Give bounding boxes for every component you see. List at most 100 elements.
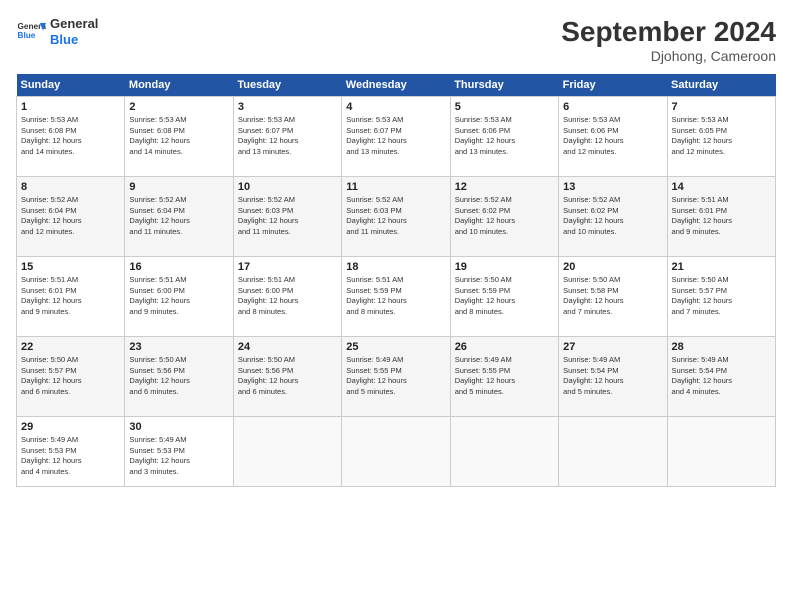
day-cell: 27Sunrise: 5:49 AMSunset: 5:54 PMDayligh…: [559, 337, 667, 417]
calendar-page: General Blue General Blue September 2024…: [0, 0, 792, 612]
week-row-1: 1 Sunrise: 5:53 AMSunset: 6:08 PMDaylight…: [17, 97, 776, 177]
day-info: Sunrise: 5:53 AMSunset: 6:05 PMDaylight:…: [672, 115, 771, 157]
day-number: 5: [455, 101, 554, 113]
day-info: Sunrise: 5:50 AMSunset: 5:56 PMDaylight:…: [238, 355, 337, 397]
day-info: Sunrise: 5:52 AMSunset: 6:03 PMDaylight:…: [346, 195, 445, 237]
day-info: Sunrise: 5:53 AMSunset: 6:06 PMDaylight:…: [563, 115, 662, 157]
day-cell: 3 Sunrise: 5:53 AMSunset: 6:07 PMDaylight…: [233, 97, 341, 177]
day-cell: [559, 417, 667, 487]
weekday-thursday: Thursday: [450, 74, 558, 97]
day-cell: 2Sunrise: 5:53 AMSunset: 6:08 PMDaylight…: [125, 97, 233, 177]
day-number: 9: [129, 181, 228, 193]
day-number: 17: [238, 261, 337, 273]
day-cell: 17 Sunrise: 5:51 AMSunset: 6:00 PMDayligh…: [233, 257, 341, 337]
day-number: 22: [21, 341, 120, 353]
day-info: Sunrise: 5:52 AMSunset: 6:04 PMDaylight:…: [21, 195, 120, 237]
day-number: 3: [238, 101, 337, 113]
day-info: Sunrise: 5:50 AMSunset: 5:58 PMDaylight:…: [563, 275, 662, 317]
day-cell: 10 Sunrise: 5:52 AMSunset: 6:03 PMDayligh…: [233, 177, 341, 257]
day-cell: 26Sunrise: 5:49 AMSunset: 5:55 PMDayligh…: [450, 337, 558, 417]
month-year: September 2024: [561, 16, 776, 48]
day-number: 6: [563, 101, 662, 113]
day-number: 14: [672, 181, 771, 193]
day-cell: 21 Sunrise: 5:50 AMSunset: 5:57 PMDayligh…: [667, 257, 775, 337]
week-row-2: 8 Sunrise: 5:52 AMSunset: 6:04 PMDaylight…: [17, 177, 776, 257]
calendar-table: SundayMondayTuesdayWednesdayThursdayFrid…: [16, 74, 776, 487]
day-info: Sunrise: 5:51 AMSunset: 6:01 PMDaylight:…: [21, 275, 120, 317]
day-number: 23: [129, 341, 228, 353]
day-number: 25: [346, 341, 445, 353]
day-number: 8: [21, 181, 120, 193]
week-row-3: 15 Sunrise: 5:51 AMSunset: 6:01 PMDayligh…: [17, 257, 776, 337]
weekday-wednesday: Wednesday: [342, 74, 450, 97]
header: General Blue General Blue September 2024…: [16, 16, 776, 64]
weekday-header-row: SundayMondayTuesdayWednesdayThursdayFrid…: [17, 74, 776, 97]
day-cell: [450, 417, 558, 487]
logo-line1: General: [50, 16, 98, 32]
day-number: 10: [238, 181, 337, 193]
day-cell: 9 Sunrise: 5:52 AMSunset: 6:04 PMDaylight…: [125, 177, 233, 257]
day-info: Sunrise: 5:49 AMSunset: 5:53 PMDaylight:…: [129, 435, 228, 477]
day-number: 26: [455, 341, 554, 353]
day-number: 16: [129, 261, 228, 273]
day-info: Sunrise: 5:49 AMSunset: 5:54 PMDaylight:…: [672, 355, 771, 397]
day-cell: 12 Sunrise: 5:52 AMSunset: 6:02 PMDayligh…: [450, 177, 558, 257]
day-info: Sunrise: 5:52 AMSunset: 6:04 PMDaylight:…: [129, 195, 228, 237]
day-number: 21: [672, 261, 771, 273]
day-info: Sunrise: 5:50 AMSunset: 5:56 PMDaylight:…: [129, 355, 228, 397]
day-cell: 29 Sunrise: 5:49 AMSunset: 5:53 PMDayligh…: [17, 417, 125, 487]
svg-text:Blue: Blue: [18, 31, 36, 40]
day-cell: 16 Sunrise: 5:51 AMSunset: 6:00 PMDayligh…: [125, 257, 233, 337]
day-number: 20: [563, 261, 662, 273]
title-block: September 2024 Djohong, Cameroon: [561, 16, 776, 64]
day-info: Sunrise: 5:53 AMSunset: 6:07 PMDaylight:…: [238, 115, 337, 157]
location: Djohong, Cameroon: [561, 48, 776, 64]
day-number: 15: [21, 261, 120, 273]
day-info: Sunrise: 5:53 AMSunset: 6:06 PMDaylight:…: [455, 115, 554, 157]
weekday-saturday: Saturday: [667, 74, 775, 97]
weekday-tuesday: Tuesday: [233, 74, 341, 97]
day-info: Sunrise: 5:49 AMSunset: 5:54 PMDaylight:…: [563, 355, 662, 397]
day-cell: 1Sunrise: 5:53 AMSunset: 6:08 PMDaylight…: [17, 97, 125, 177]
day-info: Sunrise: 5:50 AMSunset: 5:57 PMDaylight:…: [672, 275, 771, 317]
day-number: 12: [455, 181, 554, 193]
day-number: 24: [238, 341, 337, 353]
day-cell: 4 Sunrise: 5:53 AMSunset: 6:07 PMDaylight…: [342, 97, 450, 177]
day-info: Sunrise: 5:49 AMSunset: 5:53 PMDaylight:…: [21, 435, 120, 477]
day-cell: 13Sunrise: 5:52 AMSunset: 6:02 PMDayligh…: [559, 177, 667, 257]
day-cell: 30 Sunrise: 5:49 AMSunset: 5:53 PMDayligh…: [125, 417, 233, 487]
day-info: Sunrise: 5:52 AMSunset: 6:03 PMDaylight:…: [238, 195, 337, 237]
day-info: Sunrise: 5:51 AMSunset: 6:01 PMDaylight:…: [672, 195, 771, 237]
day-info: Sunrise: 5:51 AMSunset: 6:00 PMDaylight:…: [129, 275, 228, 317]
day-cell: 14 Sunrise: 5:51 AMSunset: 6:01 PMDayligh…: [667, 177, 775, 257]
day-number: 30: [129, 421, 228, 433]
day-number: 11: [346, 181, 445, 193]
day-cell: 7 Sunrise: 5:53 AMSunset: 6:05 PMDaylight…: [667, 97, 775, 177]
day-cell: 6 Sunrise: 5:53 AMSunset: 6:06 PMDaylight…: [559, 97, 667, 177]
day-number: 7: [672, 101, 771, 113]
day-cell: [667, 417, 775, 487]
day-cell: 23 Sunrise: 5:50 AMSunset: 5:56 PMDayligh…: [125, 337, 233, 417]
day-cell: 18 Sunrise: 5:51 AMSunset: 5:59 PMDayligh…: [342, 257, 450, 337]
day-cell: [342, 417, 450, 487]
day-info: Sunrise: 5:52 AMSunset: 6:02 PMDaylight:…: [563, 195, 662, 237]
week-row-5: 29 Sunrise: 5:49 AMSunset: 5:53 PMDayligh…: [17, 417, 776, 487]
logo: General Blue General Blue: [16, 16, 98, 47]
day-info: Sunrise: 5:52 AMSunset: 6:02 PMDaylight:…: [455, 195, 554, 237]
logo-line2: Blue: [50, 32, 98, 48]
day-number: 29: [21, 421, 120, 433]
day-number: 19: [455, 261, 554, 273]
day-info: Sunrise: 5:53 AMSunset: 6:08 PMDaylight:…: [129, 115, 228, 157]
day-cell: 11 Sunrise: 5:52 AMSunset: 6:03 PMDayligh…: [342, 177, 450, 257]
day-cell: [233, 417, 341, 487]
day-number: 1: [21, 101, 120, 113]
day-number: 4: [346, 101, 445, 113]
day-info: Sunrise: 5:51 AMSunset: 5:59 PMDaylight:…: [346, 275, 445, 317]
day-cell: 25Sunrise: 5:49 AMSunset: 5:55 PMDayligh…: [342, 337, 450, 417]
day-cell: 19Sunrise: 5:50 AMSunset: 5:59 PMDayligh…: [450, 257, 558, 337]
day-info: Sunrise: 5:53 AMSunset: 6:07 PMDaylight:…: [346, 115, 445, 157]
day-cell: 24 Sunrise: 5:50 AMSunset: 5:56 PMDayligh…: [233, 337, 341, 417]
day-info: Sunrise: 5:51 AMSunset: 6:00 PMDaylight:…: [238, 275, 337, 317]
day-cell: 28Sunrise: 5:49 AMSunset: 5:54 PMDayligh…: [667, 337, 775, 417]
day-number: 18: [346, 261, 445, 273]
